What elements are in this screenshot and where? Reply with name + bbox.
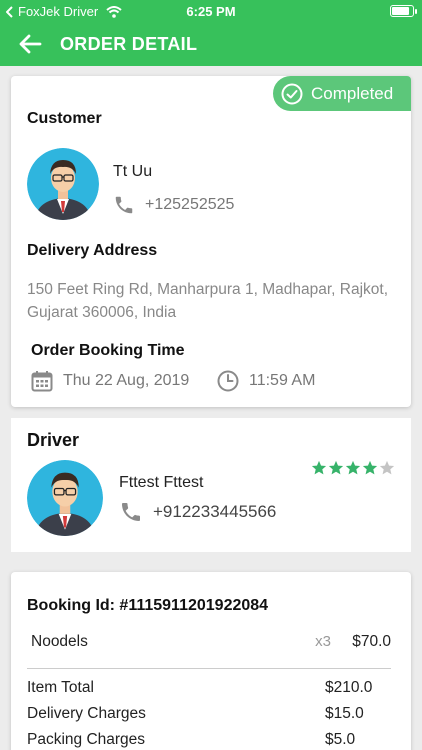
- delivery-address: 150 Feet Ring Rd, Manharpura 1, Madhapar…: [27, 281, 389, 321]
- page-title: ORDER DETAIL: [60, 33, 198, 54]
- booking-id: Booking Id: #1115911201922084: [27, 597, 269, 614]
- star-empty-icon: [379, 460, 395, 475]
- booking-time: 11:59 AM: [217, 370, 315, 392]
- list-item: Noodels x3 $70.0: [31, 633, 391, 651]
- summary-row: Delivery Charges $15.0: [27, 705, 391, 723]
- clock-time: 6:25 PM: [186, 4, 236, 19]
- summary-row: Packing Charges $5.0: [27, 731, 391, 749]
- driver-card: Driver Fttest Fttest +912233445566: [11, 418, 411, 552]
- booking-time-text: 11:59 AM: [249, 372, 316, 389]
- booking-date: Thu 22 Aug, 2019: [31, 370, 189, 392]
- check-circle-icon: [281, 83, 303, 104]
- star-filled-icon: [311, 460, 327, 475]
- clock-icon: [217, 370, 239, 392]
- customer-avatar: [27, 148, 99, 220]
- booking-summary-card: Booking Id: #1115911201922084 Noodels x3…: [11, 572, 411, 750]
- item-qty: x3: [315, 633, 331, 650]
- summary-row: Item Total $210.0: [27, 679, 391, 697]
- star-filled-icon: [345, 460, 361, 475]
- item-amount: $70.0: [352, 633, 391, 650]
- summary-amount: $210.0: [325, 679, 373, 696]
- summary-label: Item Total: [27, 679, 94, 696]
- app-bar: ORDER DETAIL: [0, 22, 422, 66]
- arrow-left-icon: [19, 34, 42, 54]
- driver-phone-number: +912233445566: [153, 502, 277, 521]
- star-filled-icon: [362, 460, 378, 475]
- delivery-address-heading: Delivery Address: [27, 242, 158, 259]
- order-info-card: Completed Customer Tt Uu +125252525 Deli…: [11, 76, 411, 407]
- driver-phone[interactable]: +912233445566: [119, 500, 276, 524]
- driver-rating: [311, 460, 395, 476]
- summary-label: Packing Charges: [27, 731, 146, 748]
- phone-icon: [122, 503, 140, 521]
- battery-level: [392, 7, 410, 15]
- phone-icon: [115, 196, 133, 214]
- divider: [27, 668, 391, 669]
- calendar-icon: [31, 371, 53, 392]
- customer-heading: Customer: [27, 110, 102, 127]
- customer-phone-number: +125252525: [145, 196, 235, 213]
- status-badge: Completed: [273, 76, 411, 111]
- summary-amount: $15.0: [325, 705, 364, 722]
- status-badge-label: Completed: [311, 83, 394, 103]
- summary-label: Delivery Charges: [27, 705, 146, 722]
- status-bar: FoxJek Driver 6:25 PM: [0, 0, 422, 22]
- back-button[interactable]: [0, 22, 60, 66]
- item-name: Noodels: [31, 633, 88, 650]
- driver-name: Fttest Fttest: [119, 474, 204, 491]
- driver-heading: Driver: [27, 430, 80, 450]
- customer-phone[interactable]: +125252525: [113, 194, 234, 216]
- driver-avatar: [27, 460, 103, 536]
- booking-date-text: Thu 22 Aug, 2019: [63, 372, 190, 389]
- booking-time-heading: Order Booking Time: [31, 342, 185, 359]
- battery-icon: [390, 5, 417, 17]
- star-filled-icon: [328, 460, 344, 475]
- summary-amount: $5.0: [325, 731, 356, 748]
- customer-name: Tt Uu: [113, 163, 153, 180]
